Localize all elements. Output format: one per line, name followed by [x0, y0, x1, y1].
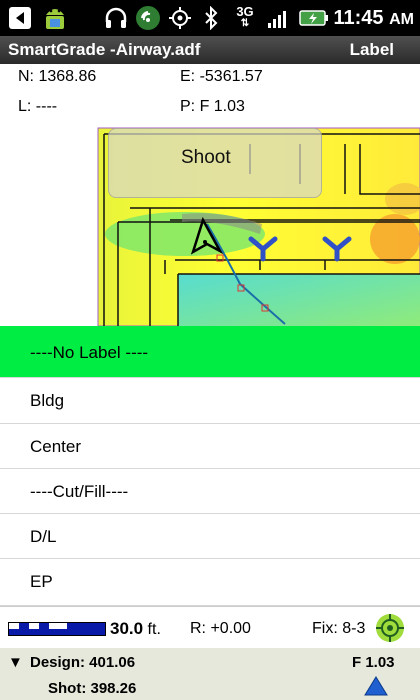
- fix-status: Fix: 8-3: [312, 620, 366, 637]
- northing-value: N: 1368.86: [18, 68, 97, 85]
- design-panel: ▼ Design: 401.06 F 1.03 Shot: 398.26: [0, 648, 420, 700]
- shoot-button[interactable]: Shoot: [108, 128, 322, 198]
- up-triangle-icon[interactable]: [364, 676, 388, 700]
- status-time: 11:45 AM: [333, 7, 414, 29]
- label-item-ep[interactable]: EP: [0, 559, 420, 606]
- label-item-no-label[interactable]: ----No Label ----: [0, 326, 420, 378]
- back-icon[interactable]: [4, 0, 36, 36]
- coordinate-readout: N: 1368.86 E: -5361.57 L: ---- P: F 1.03: [0, 64, 420, 124]
- label-item-bldg[interactable]: Bldg: [0, 378, 420, 424]
- bluetooth-icon: [200, 0, 222, 36]
- label-value: L: ----: [18, 98, 58, 115]
- scale-readout: 30.0 ft.: [110, 619, 161, 638]
- gps-target-icon: [166, 0, 194, 36]
- r-value: R: +0.00: [190, 620, 251, 637]
- point-code: F 1.03: [352, 654, 395, 671]
- signal-3g-icon: 3G ⇅: [230, 0, 260, 36]
- shoot-label: Shoot: [181, 147, 231, 168]
- label-action[interactable]: Label: [350, 40, 394, 60]
- design-elevation: Design: 401.06: [30, 654, 136, 671]
- app-title: SmartGrade -Airway.adf: [8, 40, 201, 59]
- info-bar: 30.0 ft. R: +0.00 Fix: 8-3: [0, 606, 420, 649]
- battery-icon: [298, 0, 330, 36]
- label-item-center[interactable]: Center: [0, 424, 420, 469]
- app-title-bar: SmartGrade -Airway.adf Label: [0, 36, 420, 64]
- network-type: 3G: [236, 4, 254, 19]
- headphones-icon: [102, 0, 130, 36]
- shot-elevation: Shot: 398.26: [48, 680, 137, 697]
- status-bar: 3G ⇅ 11:45 AM: [0, 0, 420, 36]
- wifi-icon: [133, 0, 163, 36]
- point-value: P: F 1.03: [180, 98, 245, 115]
- scale-bar: [8, 622, 106, 636]
- signal-bars-icon: [265, 0, 293, 36]
- map-view[interactable]: Shoot: [0, 124, 420, 326]
- label-list: ----No Label ---- Bldg Center ----Cut/Fi…: [0, 326, 420, 606]
- gps-fix-icon[interactable]: [374, 612, 406, 649]
- collapse-triangle-icon[interactable]: ▼: [8, 654, 23, 671]
- data-arrows: ⇅: [240, 18, 250, 29]
- android-icon: [40, 0, 70, 36]
- easting-value: E: -5361.57: [180, 68, 263, 85]
- label-item-dl[interactable]: D/L: [0, 514, 420, 559]
- label-item-cut-fill[interactable]: ----Cut/Fill----: [0, 469, 420, 514]
